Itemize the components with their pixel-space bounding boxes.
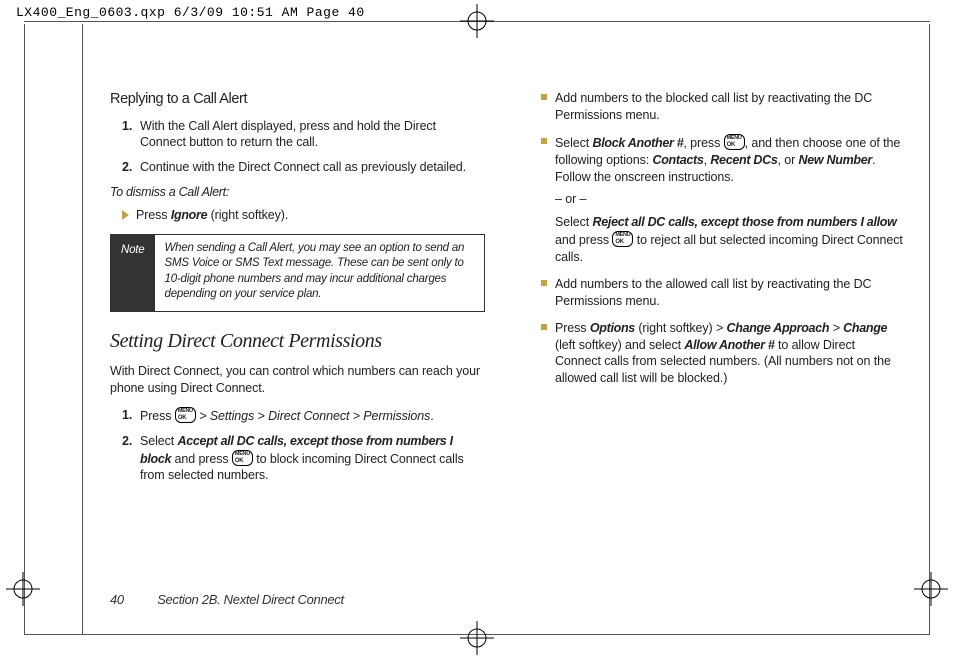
- step-number: 1.: [122, 118, 140, 152]
- page-number: 40: [110, 592, 124, 607]
- text-run: (right softkey).: [207, 208, 288, 222]
- menu-ok-key-icon: MENUOK: [724, 134, 745, 150]
- menu-ok-key-icon: MENUOK: [612, 231, 633, 247]
- crop-guide-right: [929, 24, 930, 635]
- steps-replying: 1. With the Call Alert displayed, press …: [122, 118, 485, 177]
- text-run: .: [430, 409, 433, 423]
- page-footer: 40 Section 2B. Nextel Direct Connect: [110, 592, 344, 607]
- intro-text: With Direct Connect, you can control whi…: [110, 363, 485, 397]
- ui-term: Reject all DC calls, except those from n…: [593, 215, 897, 229]
- text-run: and press: [555, 233, 612, 247]
- registration-mark-top: [460, 4, 494, 38]
- list-item: 2. Continue with the Direct Connect call…: [122, 159, 485, 176]
- list-item: Press Options (right softkey) > Change A…: [541, 320, 904, 388]
- right-column: Add numbers to the blocked call list by …: [529, 90, 904, 609]
- note-label: Note: [111, 235, 155, 311]
- list-item: Add numbers to the allowed call list by …: [541, 276, 904, 310]
- menu-ok-key-icon: MENUOK: [232, 450, 253, 466]
- step-number: 2.: [122, 433, 140, 485]
- step-text: Press MENUOK > Settings > Direct Connect…: [140, 407, 485, 425]
- text-run: (right softkey): [635, 321, 716, 335]
- text-run: (left softkey) and select: [555, 338, 684, 352]
- ui-term: Recent DCs: [710, 153, 777, 167]
- step-number: 1.: [122, 407, 140, 425]
- note-box: Note When sending a Call Alert, you may …: [110, 234, 485, 312]
- ui-term: Change: [843, 321, 887, 335]
- crop-guide-top: [24, 21, 930, 22]
- menu-path: > Settings > Direct Connect > Permission…: [196, 409, 430, 423]
- list-item: Select Block Another #, press MENUOK, an…: [541, 134, 904, 266]
- heading-permissions: Setting Direct Connect Permissions: [110, 328, 485, 355]
- text-run: >: [833, 321, 840, 335]
- or-divider: – or –: [555, 191, 904, 208]
- crop-guide-bottom: [24, 634, 930, 635]
- text-run: Select: [555, 136, 593, 150]
- step-number: 2.: [122, 159, 140, 176]
- registration-mark-right: [914, 572, 948, 606]
- ui-term: Ignore: [171, 208, 207, 222]
- text-run: Press: [555, 321, 590, 335]
- permissions-continued: Add numbers to the blocked call list by …: [541, 90, 904, 387]
- ui-term: Change Approach: [727, 321, 830, 335]
- print-header: LX400_Eng_0603.qxp 6/3/09 10:51 AM Page …: [16, 5, 365, 20]
- text-run: and press: [171, 452, 232, 466]
- text-run: , or: [777, 153, 798, 167]
- dismiss-list: Press Ignore (right softkey).: [122, 207, 485, 224]
- heading-replying: Replying to a Call Alert: [110, 90, 485, 110]
- dismiss-heading: To dismiss a Call Alert:: [110, 184, 485, 201]
- step-text: Continue with the Direct Connect call as…: [140, 159, 485, 176]
- page-content: Replying to a Call Alert 1. With the Cal…: [110, 90, 904, 609]
- ui-term: Block Another #: [593, 136, 684, 150]
- list-item: Press Ignore (right softkey).: [122, 207, 485, 224]
- crop-guide-left: [24, 24, 25, 635]
- text-run: Select: [555, 215, 593, 229]
- steps-permissions: 1. Press MENUOK > Settings > Direct Conn…: [122, 407, 485, 485]
- ui-term: Options: [590, 321, 635, 335]
- text-run: Select: [140, 434, 178, 448]
- ui-term: Contacts: [652, 153, 703, 167]
- text-run: Add numbers to the allowed call list by …: [555, 277, 871, 308]
- text-run: Press: [136, 208, 171, 222]
- list-item: 1. With the Call Alert displayed, press …: [122, 118, 485, 152]
- registration-mark-left: [6, 572, 40, 606]
- menu-ok-key-icon: MENUOK: [175, 407, 196, 423]
- text-run: Add numbers to the blocked call list by …: [555, 91, 872, 122]
- text-run: Press: [140, 409, 175, 423]
- note-body: When sending a Call Alert, you may see a…: [155, 235, 485, 311]
- text-run: , press: [683, 136, 723, 150]
- list-item: 2. Select Accept all DC calls, except th…: [122, 433, 485, 485]
- list-item: 1. Press MENUOK > Settings > Direct Conn…: [122, 407, 485, 425]
- spine-guide: [82, 24, 83, 635]
- registration-mark-bottom: [460, 621, 494, 655]
- text-run: >: [716, 321, 723, 335]
- step-text: Select Accept all DC calls, except those…: [140, 433, 485, 485]
- step-text: With the Call Alert displayed, press and…: [140, 118, 485, 152]
- footer-section: Section 2B. Nextel Direct Connect: [157, 592, 344, 607]
- list-item: Add numbers to the blocked call list by …: [541, 90, 904, 124]
- ui-term: Allow Another #: [684, 338, 774, 352]
- left-column: Replying to a Call Alert 1. With the Cal…: [110, 90, 485, 609]
- ui-term: New Number: [799, 153, 872, 167]
